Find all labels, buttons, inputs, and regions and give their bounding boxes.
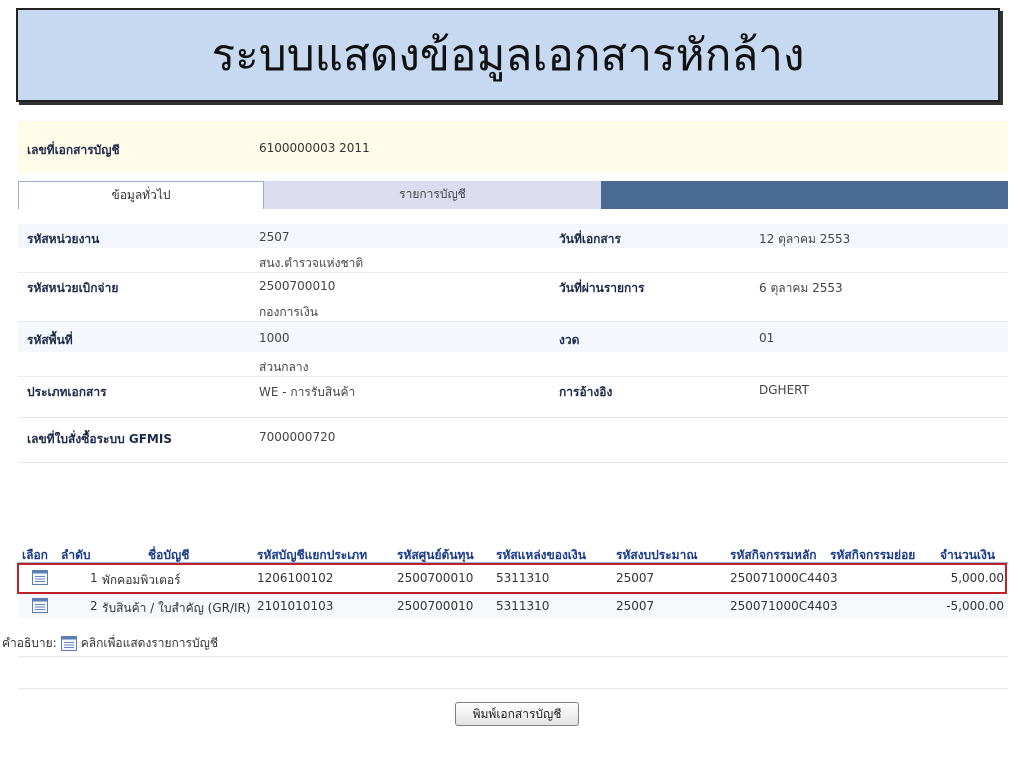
info-row: ประเภทเอกสาร WE - การรับสินค้า การอ้างอิ… [18,377,1008,403]
row-fund-source: 5311310 [496,599,550,613]
area-name-value: ส่วนกลาง [259,360,309,374]
row-seq: 2 [90,599,98,613]
row-amount: -5,000.00 [946,599,1004,613]
reference-value: DGHERT [759,383,809,397]
divider [18,688,1008,689]
document-list-icon [60,636,77,651]
row-main-activity: 250071000C4403 [730,599,838,613]
row-gl-code: 2101010103 [257,599,334,613]
area-code-label: รหัสพื้นที่ [27,333,73,347]
general-info-panel: รหัสหน่วยงาน 2507 วันที่เอกสาร 12 ตุลาคม… [18,224,1008,463]
info-row: รหัสหน่วยเบิกจ่าย 2500700010 วันที่ผ่านร… [18,273,1008,297]
unit-code-label: รหัสหน่วยงาน [27,232,100,246]
period-value: 01 [759,331,775,345]
row-cost-center: 2500700010 [397,599,474,613]
area-code-value: 1000 [259,331,290,345]
legend-text: คลิกเพื่อแสดงรายการบัญชี [80,636,218,650]
divider [18,656,1008,657]
doc-type-label: ประเภทเอกสาร [27,385,107,399]
legend-prefix: คำอธิบาย: [2,636,57,650]
row-budget-code: 25007 [616,599,655,613]
table-row[interactable]: 2 รับสินค้า / ใบสำคัญ (GR/IR) 2101010103… [18,594,1008,618]
doc-number-value: 6100000003 2011 [259,141,370,155]
po-number-label: เลขที่ใบสั่งซื้อระบบ GFMIS [27,432,172,446]
document-list-icon[interactable] [32,598,48,613]
info-row: รหัสหน่วยงาน 2507 วันที่เอกสาร 12 ตุลาคม… [18,224,1008,248]
doc-date-label: วันที่เอกสาร [559,232,621,246]
info-row: กองการเงิน [18,297,1008,322]
disburse-name-value: กองการเงิน [259,305,318,319]
post-date-value: 6 ตุลาคม 2553 [759,281,843,295]
disburse-code-label: รหัสหน่วยเบิกจ่าย [27,281,119,295]
row-account-name: รับสินค้า / ใบสำคัญ (GR/IR) [102,601,251,615]
account-table-header: เลือก ลำดับ ชื่อบัญชี รหัสบัญชีแยกประเภท… [18,544,1008,564]
tab-bar: ข้อมูลทั่วไป รายการบัญชี [18,181,1008,209]
page-title: ระบบแสดงข้อมูลเอกสารหักล้าง [211,30,805,81]
unit-name-value: สนง.ตำรวจแห่งชาติ [259,256,364,270]
doc-number-row: เลขที่เอกสารบัญชี 6100000003 2011 [18,121,1008,173]
legend: คำอธิบาย: คลิกเพื่อแสดงรายการบัญชี [2,634,218,653]
post-date-label: วันที่ผ่านรายการ [559,281,645,295]
highlight-frame [17,563,1007,594]
period-label: งวด [559,333,580,347]
tab-general-info[interactable]: ข้อมูลทั่วไป [18,181,264,209]
tab-account-items[interactable]: รายการบัญชี [264,181,601,209]
reference-label: การอ้างอิง [559,385,613,399]
po-number-value: 7000000720 [259,430,336,444]
disburse-code-value: 2500700010 [259,279,336,293]
info-row [18,403,1008,418]
info-row: รหัสพื้นที่ 1000 งวด 01 [18,322,1008,352]
info-row [18,448,1008,463]
info-row: สนง.ตำรวจแห่งชาติ [18,248,1008,273]
page-title-banner: ระบบแสดงข้อมูลเอกสารหักล้าง [16,8,1000,102]
doc-date-value: 12 ตุลาคม 2553 [759,232,851,246]
unit-code-value: 2507 [259,230,290,244]
info-row: ส่วนกลาง [18,352,1008,377]
doc-type-value: WE - การรับสินค้า [259,385,356,399]
info-row: เลขที่ใบสั่งซื้อระบบ GFMIS 7000000720 [18,418,1008,448]
print-document-button[interactable]: พิมพ์เอกสารบัญชี [455,702,579,726]
doc-number-label: เลขที่เอกสารบัญชี [27,143,120,157]
